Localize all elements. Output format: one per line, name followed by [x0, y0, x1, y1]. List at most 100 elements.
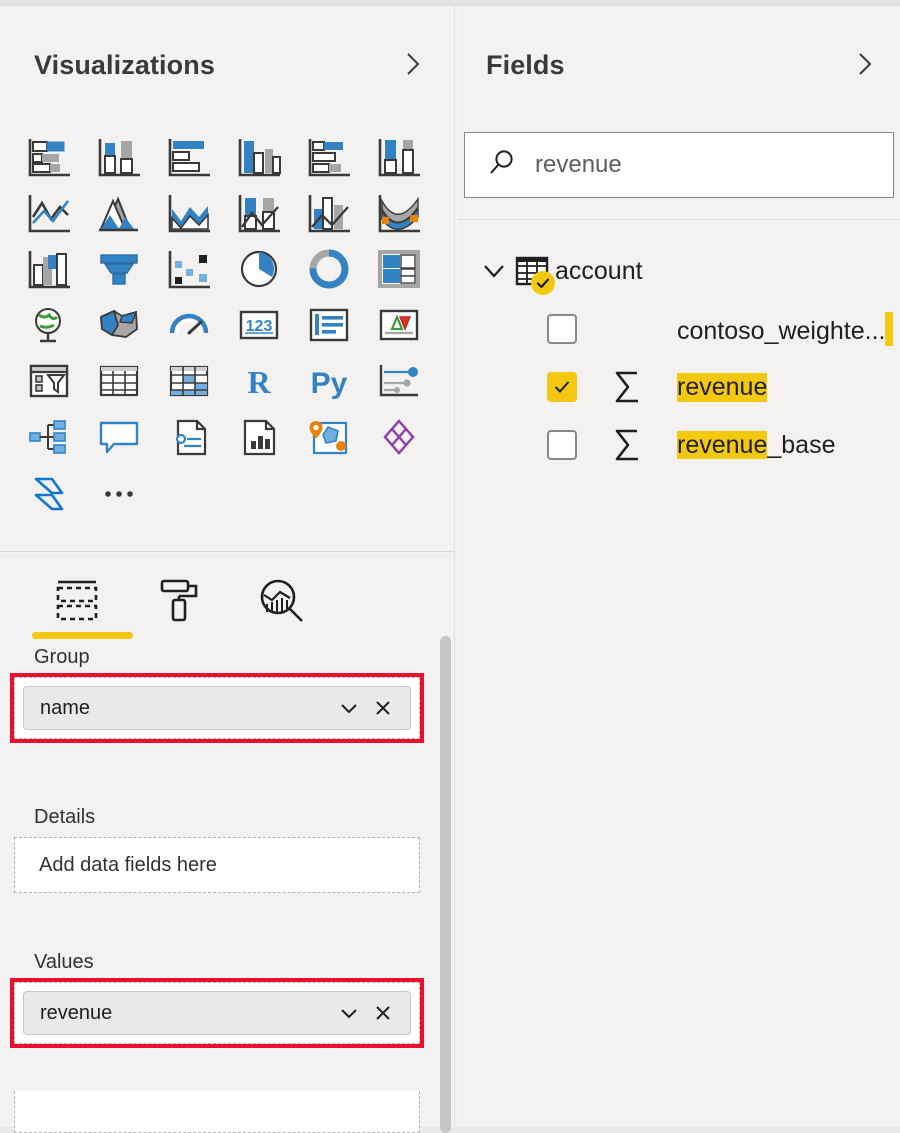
python-script-visual-icon[interactable]: Py [294, 354, 364, 410]
power-automate-visual-icon[interactable] [14, 466, 84, 522]
fields-tree-field-revenue-base[interactable]: revenue_base [457, 416, 900, 474]
field-wells: Group name Details Add data fields [0, 646, 440, 1133]
visual-type-gallery: 123 [14, 130, 444, 522]
line-and-stacked-column-chart-icon[interactable] [224, 186, 294, 242]
hundred-percent-stacked-column-chart-icon[interactable] [364, 130, 434, 186]
stacked-column-chart-icon[interactable] [84, 130, 154, 186]
details-dropzone[interactable]: Add data fields here [14, 837, 420, 893]
qna-visual-icon[interactable] [84, 410, 154, 466]
decomposition-tree-visual-icon[interactable] [14, 410, 84, 466]
details-well-label: Details [34, 806, 440, 829]
smart-narrative-visual-icon[interactable] [154, 410, 224, 466]
chevron-right-icon[interactable] [852, 51, 878, 77]
details-well: Details Add data fields here [0, 806, 440, 893]
chevron-down-icon[interactable] [477, 258, 511, 284]
treemap-chart-icon[interactable] [364, 242, 434, 298]
map-visual-icon[interactable] [14, 298, 84, 354]
values-well: Values revenue [0, 951, 440, 1044]
fields-tree-field-revenue[interactable]: revenue [457, 358, 900, 416]
visualizations-divider [0, 551, 454, 552]
wells-scrollbar-thumb[interactable] [440, 636, 451, 1133]
chevron-down-icon[interactable] [332, 691, 366, 725]
matrix-visual-icon[interactable] [154, 354, 224, 410]
values-dropzone[interactable]: revenue [14, 982, 420, 1044]
stacked-bar-chart-icon[interactable] [14, 130, 84, 186]
field-checkbox[interactable] [547, 372, 577, 402]
fields-title: Fields [486, 50, 565, 81]
field-checkbox[interactable] [547, 430, 577, 460]
table-icon [511, 251, 553, 291]
more-visuals-ellipsis-icon[interactable] [84, 466, 154, 522]
sigma-aggregate-icon [605, 368, 651, 406]
funnel-chart-icon[interactable] [84, 242, 154, 298]
search-icon [487, 148, 517, 183]
group-dropzone[interactable]: name [14, 677, 420, 739]
page-title: Visualizations [34, 50, 215, 81]
azure-map-visual-icon[interactable] [294, 410, 364, 466]
key-influencers-visual-icon[interactable] [364, 354, 434, 410]
group-field-name: name [40, 697, 332, 720]
line-and-clustered-column-chart-icon[interactable] [294, 186, 364, 242]
filled-map-visual-icon[interactable] [84, 298, 154, 354]
card-visual-icon[interactable]: 123 [224, 298, 294, 354]
fields-wells-icon [52, 576, 108, 631]
table-visual-icon[interactable] [84, 354, 154, 410]
clustered-bar-chart-icon[interactable] [154, 130, 224, 186]
selected-tab-indicator [32, 632, 133, 639]
chevron-down-icon[interactable] [332, 996, 366, 1030]
pane-splitter[interactable] [454, 6, 455, 1127]
donut-chart-icon[interactable] [294, 242, 364, 298]
waterfall-chart-icon[interactable] [14, 242, 84, 298]
fields-header: Fields [457, 6, 900, 111]
field-name: revenue [677, 373, 767, 402]
group-well: Group name [0, 646, 440, 739]
values-field-name: revenue [40, 1002, 332, 1025]
fields-tree-field-contoso-weighted[interactable]: contoso_weighte... [457, 300, 900, 358]
slicer-visual-icon[interactable] [14, 354, 84, 410]
format-visual-tab[interactable] [134, 568, 230, 630]
gauge-visual-icon[interactable] [154, 298, 224, 354]
r-script-visual-icon[interactable]: R [224, 354, 294, 410]
group-well-label: Group [34, 646, 440, 669]
build-visual-tab[interactable] [32, 568, 128, 630]
search-input[interactable]: revenue [464, 132, 894, 198]
chevron-right-icon[interactable] [400, 51, 426, 77]
visualizations-header: Visualizations [0, 6, 454, 111]
clustered-column-chart-icon[interactable] [224, 130, 294, 186]
scatter-chart-icon[interactable] [154, 242, 224, 298]
group-field-pill[interactable]: name [23, 686, 411, 730]
ribbon-chart-icon[interactable] [364, 186, 434, 242]
hundred-percent-stacked-bar-chart-icon[interactable] [294, 130, 364, 186]
fields-tree: account contoso_weighte... revenue [457, 242, 900, 474]
fields-pane: Fields revenue [457, 6, 900, 1127]
line-chart-icon[interactable] [14, 186, 84, 242]
fields-divider [457, 219, 900, 220]
paint-roller-icon [154, 576, 210, 631]
power-apps-visual-icon[interactable] [364, 410, 434, 466]
paginated-report-visual-icon[interactable] [224, 410, 294, 466]
text-cursor [885, 312, 893, 346]
svg-text:R: R [247, 364, 271, 400]
fields-tree-table-account[interactable]: account [457, 242, 900, 300]
stacked-area-chart-icon[interactable] [154, 186, 224, 242]
field-name: contoso_weighte... [677, 312, 893, 346]
pie-chart-icon[interactable] [224, 242, 294, 298]
area-chart-icon[interactable] [84, 186, 154, 242]
close-icon[interactable] [366, 691, 400, 725]
check-badge-icon [531, 271, 555, 295]
sigma-aggregate-icon [605, 426, 651, 464]
magnifier-chart-icon [256, 576, 312, 631]
field-checkbox[interactable] [547, 314, 577, 344]
multi-row-card-visual-icon[interactable] [294, 298, 364, 354]
visualizations-divider-shadow [0, 555, 454, 556]
visualizations-pane: Visualizations [0, 6, 454, 1127]
analytics-tab[interactable] [236, 568, 332, 630]
table-name: account [555, 257, 643, 286]
field-name: revenue_base [677, 431, 835, 460]
close-icon[interactable] [366, 996, 400, 1030]
search-value: revenue [535, 151, 622, 179]
values-well-label: Values [34, 951, 440, 974]
kpi-visual-icon[interactable] [364, 298, 434, 354]
values-field-pill[interactable]: revenue [23, 991, 411, 1035]
svg-text:Py: Py [311, 367, 348, 400]
